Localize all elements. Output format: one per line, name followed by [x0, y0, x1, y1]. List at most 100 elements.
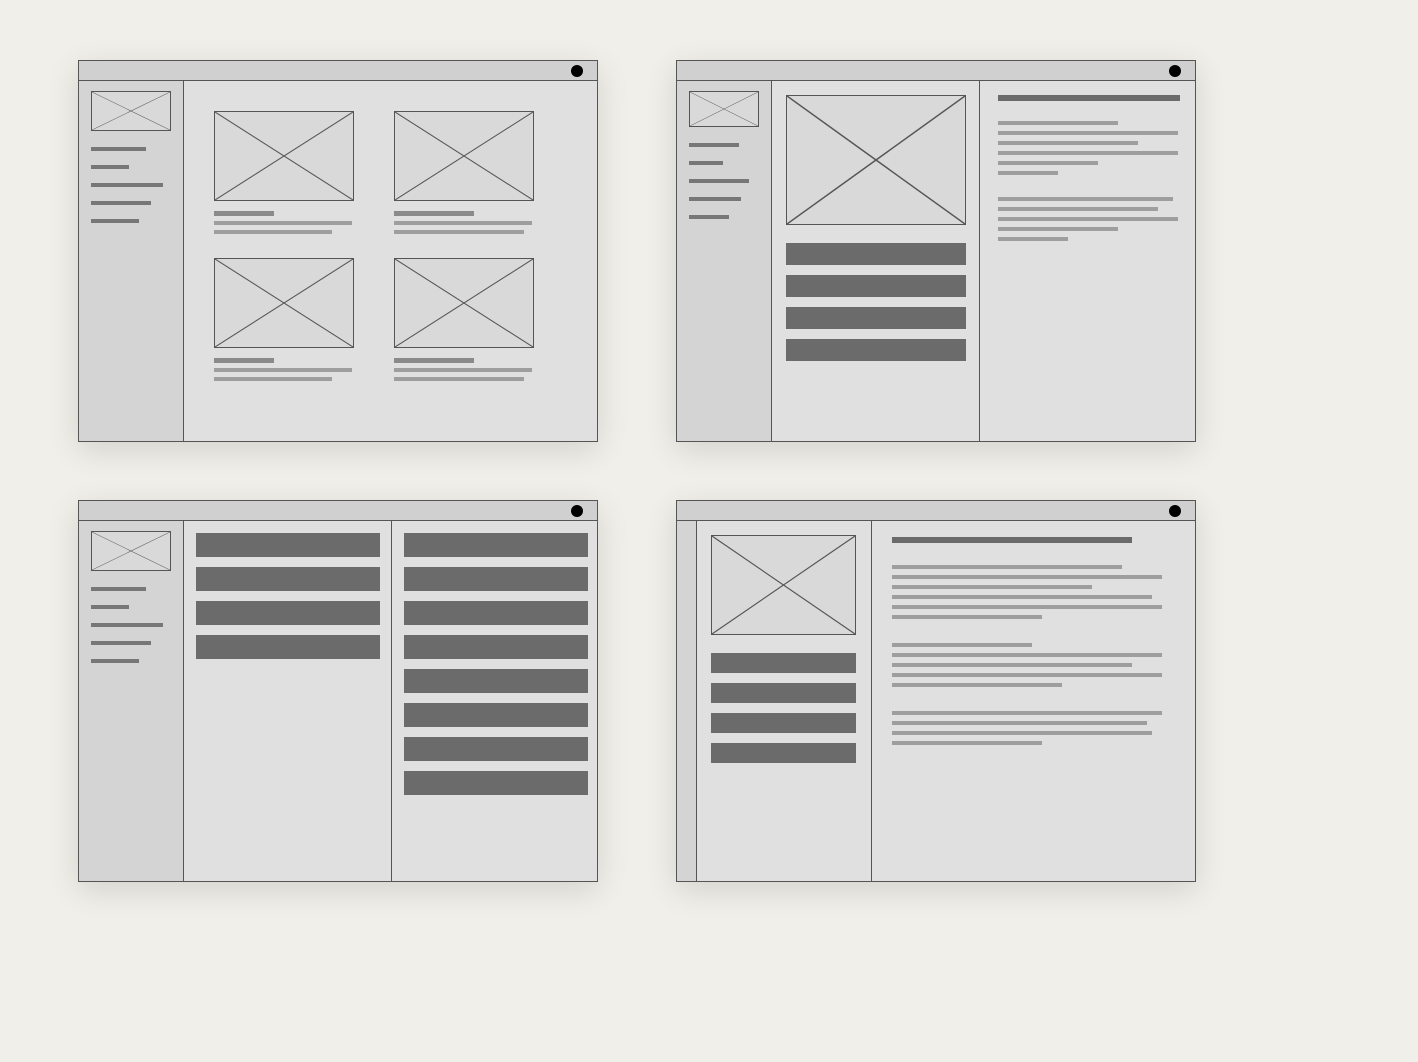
body-text-line: [998, 197, 1173, 201]
card-text-line: [394, 211, 474, 216]
list-item-bar[interactable]: [786, 307, 966, 329]
window-titlebar: [677, 61, 1195, 81]
body-text-line: [892, 711, 1162, 715]
list-item-bar[interactable]: [404, 669, 588, 693]
wireframe-window-4: [676, 500, 1196, 882]
card-text-line: [214, 377, 332, 381]
sidebar-nav: [91, 147, 171, 223]
window-control-dot[interactable]: [1169, 65, 1181, 77]
body-text-line: [892, 575, 1162, 579]
list-item-bar[interactable]: [404, 771, 588, 795]
list-item-bar[interactable]: [711, 743, 856, 763]
sidebar-nav-item[interactable]: [689, 161, 723, 165]
sidebar-nav-item[interactable]: [689, 215, 729, 219]
sidebar-nav-item[interactable]: [91, 165, 129, 169]
sidebar-nav-item[interactable]: [91, 201, 151, 205]
body-text-line: [998, 161, 1098, 165]
body-text-line: [892, 605, 1162, 609]
preview-image-placeholder: [711, 535, 856, 635]
window-titlebar: [677, 501, 1195, 521]
sidebar-nav-item[interactable]: [689, 179, 749, 183]
image-card[interactable]: [394, 258, 534, 381]
list-item-bar[interactable]: [404, 703, 588, 727]
body-text-line: [998, 227, 1118, 231]
body-text-line: [998, 131, 1178, 135]
collapsed-rail: [677, 521, 697, 881]
list-item-bar[interactable]: [404, 737, 588, 761]
card-text-line: [214, 230, 332, 234]
card-text-line: [394, 358, 474, 363]
sidebar: [677, 81, 772, 441]
body-text-line: [892, 673, 1162, 677]
logo-placeholder: [91, 531, 171, 571]
sidebar-nav: [689, 143, 759, 219]
sidebar-nav-item[interactable]: [689, 143, 739, 147]
body-text-line: [892, 683, 1062, 687]
text-column: [980, 81, 1198, 441]
preview-image-placeholder: [786, 95, 966, 225]
preview-column: [772, 81, 980, 441]
card-image-placeholder: [214, 258, 354, 348]
window-control-dot[interactable]: [571, 65, 583, 77]
sidebar-nav: [91, 587, 171, 663]
list-item-bar[interactable]: [196, 567, 380, 591]
sidebar-nav-item[interactable]: [91, 605, 129, 609]
sidebar-nav-item[interactable]: [91, 183, 163, 187]
sidebar-nav-item[interactable]: [91, 219, 139, 223]
image-card[interactable]: [214, 258, 354, 381]
sidebar-nav-item[interactable]: [91, 587, 146, 591]
preview-sidebar: [697, 521, 872, 881]
sidebar-nav-item[interactable]: [689, 197, 741, 201]
list-column-b: [392, 521, 600, 881]
body-text-line: [892, 721, 1147, 725]
list-item-bar[interactable]: [196, 533, 380, 557]
list-item-bar[interactable]: [404, 533, 588, 557]
logo-placeholder: [91, 91, 171, 131]
body-text-line: [998, 207, 1158, 211]
list-item-bar[interactable]: [786, 275, 966, 297]
list-item-bar[interactable]: [786, 243, 966, 265]
body-text-line: [892, 731, 1152, 735]
card-image-placeholder: [214, 111, 354, 201]
card-text-line: [214, 358, 274, 363]
window-control-dot[interactable]: [571, 505, 583, 517]
wireframe-window-1: [78, 60, 598, 442]
heading-line: [892, 537, 1132, 543]
body-text-line: [892, 595, 1152, 599]
card-text-line: [394, 368, 532, 372]
body-text-line: [892, 643, 1032, 647]
list-item-bar[interactable]: [786, 339, 966, 361]
list-item-bar[interactable]: [404, 601, 588, 625]
window-control-dot[interactable]: [1169, 505, 1181, 517]
list-item-bar[interactable]: [711, 683, 856, 703]
body-text-line: [892, 653, 1162, 657]
preview-list: [786, 243, 965, 361]
list-item-bar[interactable]: [711, 653, 856, 673]
card-image-placeholder: [394, 111, 534, 201]
sidebar-nav-item[interactable]: [91, 641, 151, 645]
image-card[interactable]: [214, 111, 354, 234]
sidebar-nav-item[interactable]: [91, 147, 146, 151]
list-item-bar[interactable]: [711, 713, 856, 733]
logo-placeholder: [689, 91, 759, 127]
body-text-line: [892, 615, 1042, 619]
image-card[interactable]: [394, 111, 534, 234]
body-text-line: [892, 663, 1132, 667]
card-grid: [184, 81, 597, 441]
body-text-line: [998, 141, 1138, 145]
list-item-bar[interactable]: [404, 567, 588, 591]
article-column: [872, 521, 1195, 881]
card-text-line: [214, 368, 352, 372]
window-titlebar: [79, 61, 597, 81]
list-item-bar[interactable]: [196, 601, 380, 625]
body-text-line: [998, 121, 1118, 125]
sidebar: [79, 81, 184, 441]
wireframe-canvas: [0, 0, 1418, 1062]
list-item-bar[interactable]: [404, 635, 588, 659]
card-text-line: [214, 211, 274, 216]
body-text-line: [892, 585, 1092, 589]
card-image-placeholder: [394, 258, 534, 348]
sidebar-nav-item[interactable]: [91, 623, 163, 627]
sidebar-nav-item[interactable]: [91, 659, 139, 663]
list-item-bar[interactable]: [196, 635, 380, 659]
